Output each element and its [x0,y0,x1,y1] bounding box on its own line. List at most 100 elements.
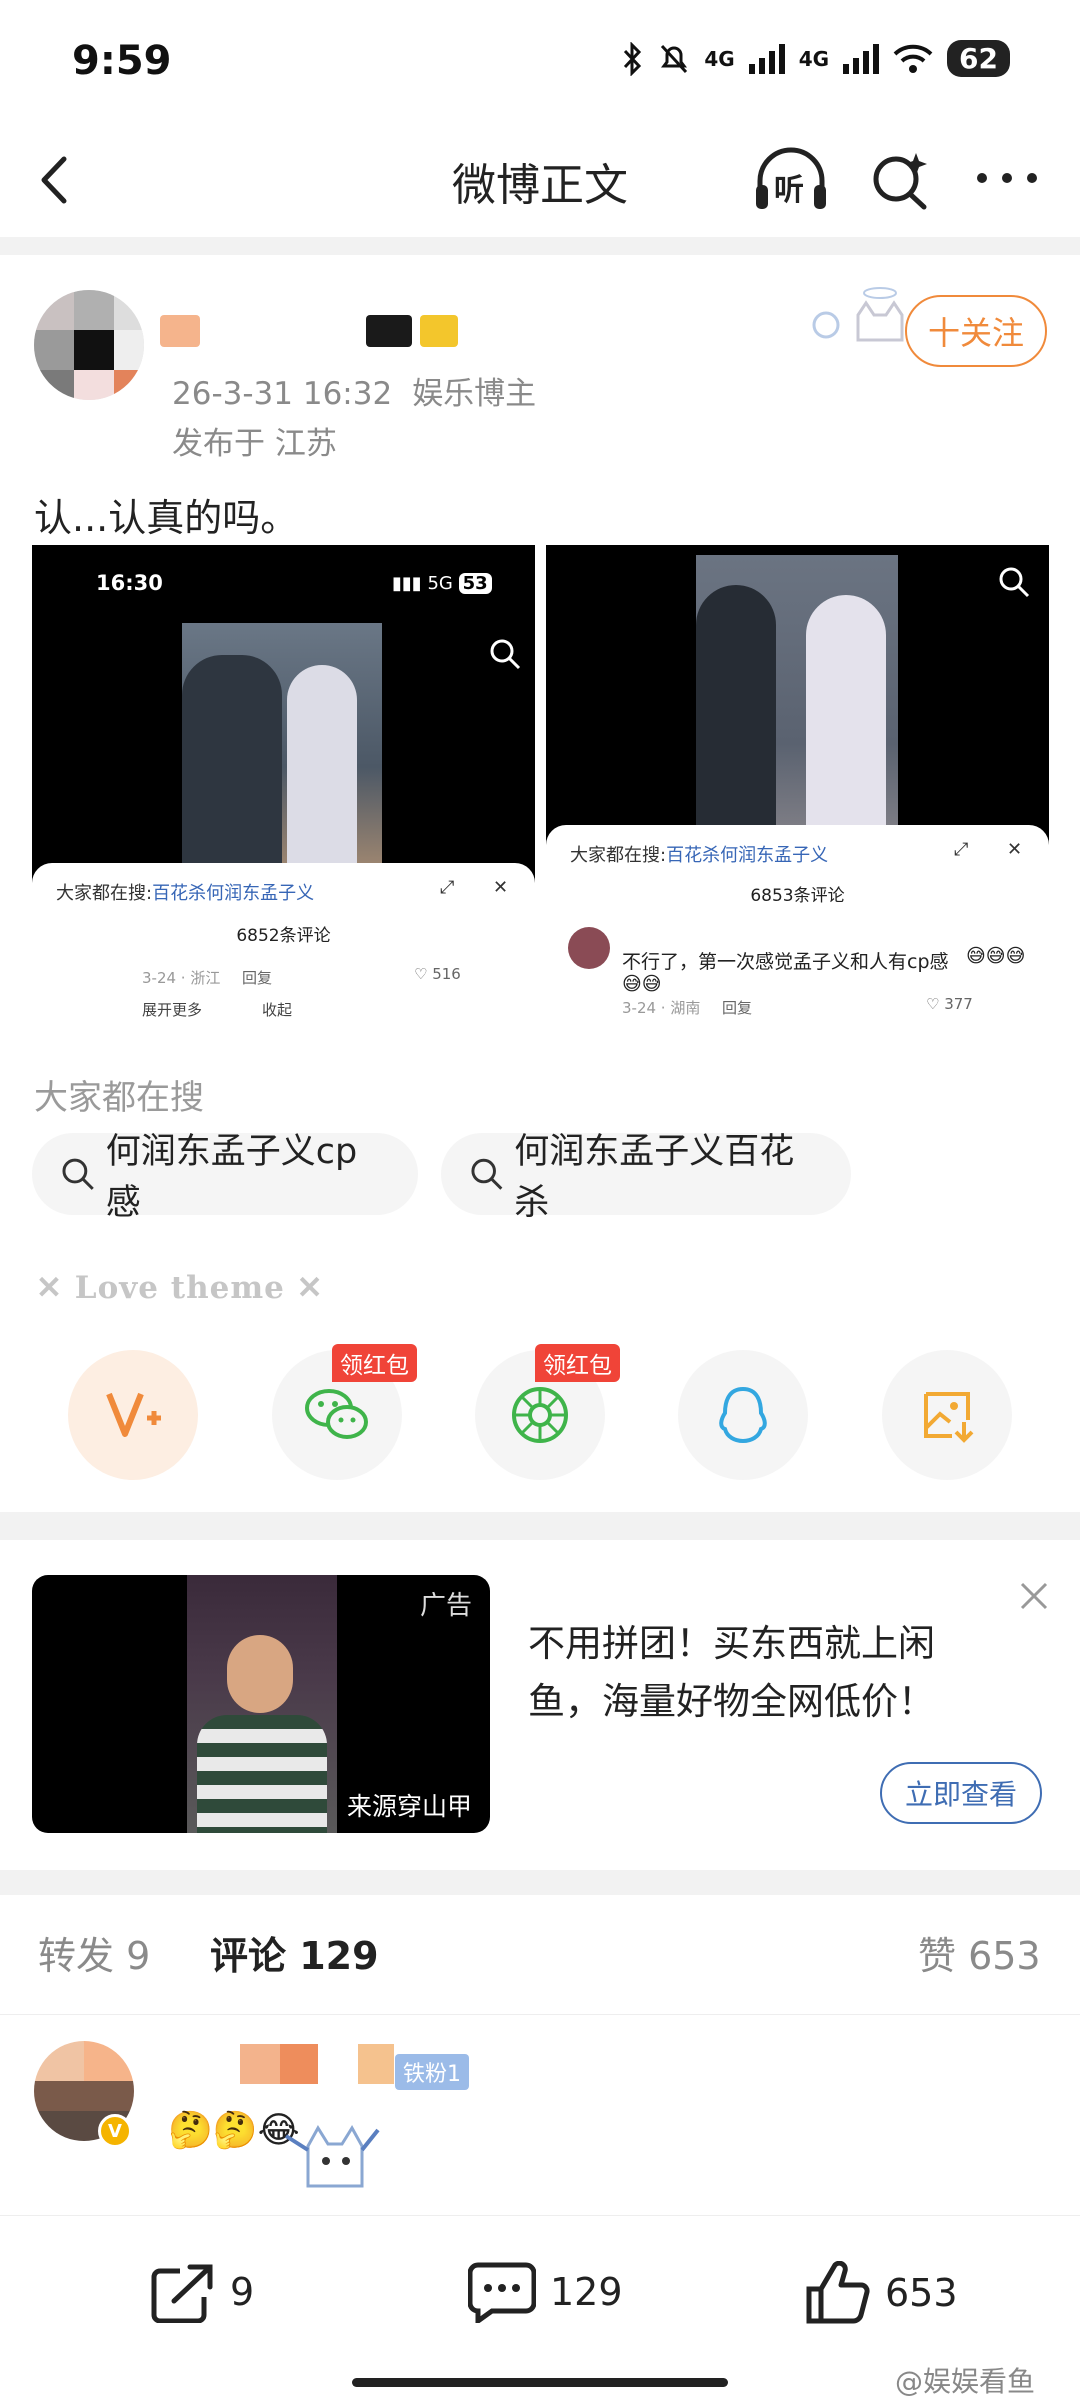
redpack-badge-wechat: 领红包 [332,1344,417,1382]
sheet-comment-count: 6852条评论 [236,926,331,946]
cat-sticker-icon [812,287,904,342]
comment-avatar-pixel-2 [84,2041,134,2081]
save-image-share-button[interactable] [882,1350,1012,1480]
tab-like[interactable]: 赞 653 [918,1925,1041,1980]
love-theme-banner: ✕ Love theme ✕ [36,1270,324,1306]
top-nav: 微博正文 听 [0,125,1080,235]
repost-button[interactable]: 9 [150,2261,254,2323]
tab-comment[interactable]: 评论 129 [210,1925,379,1980]
sheet-like-count: ♡ 516 [414,965,461,983]
signal-icon-2 [843,43,880,74]
ad-image[interactable]: 广告 来源穿山甲 [32,1575,490,1833]
sheet-search-term-2: 百花杀何润东孟子义 [666,845,829,866]
qq-share-button[interactable] [678,1350,808,1480]
comment-sheet-2: 大家都在搜:百花杀何润东孟子义 ⤢ ✕ 6853条评论 不行了，第一次感觉孟子义… [546,825,1049,1020]
sheet-comment-emoji: 😅😅😅 [966,945,1026,967]
vplus-icon [106,1392,161,1437]
sheet-search-line: 大家都在搜:百花杀何润东孟子义 [56,879,314,905]
verified-badge: V [98,2114,132,2148]
signal-icon [748,43,785,74]
fan-badge: 铁粉1 [395,2054,469,2090]
chip-search-icon-2 [471,1158,503,1190]
post-image-2[interactable]: 大家都在搜:百花杀何润东孟子义 ⤢ ✕ 6853条评论 不行了，第一次感觉孟子义… [546,545,1049,1020]
chip-label-2: 何润东孟子义百花杀 [514,1132,795,1223]
ad-photo [187,1575,337,1833]
sheet-reply: 回复 [242,969,273,987]
search-icon[interactable] [868,149,932,213]
battery-indicator: 62 [947,40,1010,77]
ad-card[interactable]: 广告 来源穿山甲 不用拼团！买东西就上闲鱼，海量好物全网低价！ 立即查看 [0,1540,1080,1870]
separator-mid [0,1512,1080,1540]
status-icons: 4G 4G 62 [622,40,1010,77]
chip-label-1: 何润东孟子义cp感 [105,1132,358,1223]
author-name-blurred[interactable] [160,315,458,347]
network-label-2: 4G [798,46,830,71]
figure-left-2 [696,585,776,825]
sheet-close-icon-2: ✕ [1007,839,1023,860]
home-indicator[interactable] [352,2378,728,2387]
hot-search-chip-1[interactable]: 何润东孟子义cp感 [32,1132,418,1223]
sheet-collapse: 收起 [262,1001,293,1019]
sheet-search-term: 百花杀何润东孟子义 [152,883,315,904]
author-tag: 娱乐博主 [412,376,537,412]
tab-repost[interactable]: 转发 9 [38,1925,150,1980]
figure-right-2 [806,595,886,825]
status-time: 9:59 [72,38,172,84]
sheet-like-value-2: 377 [944,995,973,1013]
comment-button[interactable]: 129 [468,2261,623,2323]
sheet-expand-icon: ⤢ [440,877,455,898]
redpack-badge-moments: 领红包 [535,1344,620,1382]
image-network-label: ▮▮▮ 5G 53 [392,573,492,594]
image-battery: 53 [458,573,492,594]
save-image-icon [924,1392,974,1443]
like-button[interactable]: 653 [805,2261,958,2325]
theme-deco-left: ✕ [36,1270,75,1306]
cat-sticker-icon [284,2125,380,2188]
image-status-time: 16:30 [96,571,163,595]
bluetooth-icon [624,41,642,76]
ad-cta-button[interactable]: 立即查看 [880,1762,1042,1824]
share-row: 领红包 领红包 [0,1344,1080,1480]
sheet-like-value: 516 [432,965,461,983]
like-count: 653 [885,2271,958,2315]
separator-top [0,237,1080,255]
theme-deco-right: ✕ [284,1270,324,1306]
separator-low [0,1870,1080,1895]
follow-button[interactable]: 十关注 [905,295,1047,367]
image-search-icon [490,639,521,670]
comment-sheet: 大家都在搜:百花杀何润东孟子义 ⤢ ✕ 6852条评论 3-24 · 浙江 回复… [32,863,535,1020]
watermark: @娱娱看鱼 [895,2365,1036,2398]
sheet-expand-more: 展开更多 [142,1001,203,1019]
qq-icon [719,1386,767,1444]
thumbs-up-icon [806,2261,870,2324]
ad-person-head [227,1635,293,1713]
sheet-search-prefix: 大家都在搜: [56,883,153,904]
image-network-text: 5G [427,573,453,594]
moments-icon [512,1387,568,1443]
comment-item: V 铁粉1 🤔🤔😂 [0,2016,1080,2216]
hot-search-chip-2[interactable]: 何润东孟子义百花杀 [441,1132,851,1223]
listen-button[interactable]: 听 [752,147,830,213]
author-avatar[interactable] [34,290,144,400]
post-location: 发布于 江苏 [172,426,337,462]
sheet-expand-icon-2: ⤢ [954,839,969,860]
comment-author-blurred[interactable] [240,2044,394,2084]
figure-right [287,665,357,863]
mute-icon [661,44,688,73]
repost-count: 9 [230,2270,255,2314]
close-icon[interactable] [1018,1580,1050,1612]
sheet-reply-2: 回复 [722,999,753,1017]
vplus-share-button[interactable] [68,1350,198,1480]
sheet-search-prefix-2: 大家都在搜: [570,845,667,866]
wifi-icon [893,44,933,73]
more-icon[interactable] [972,163,1042,193]
love-theme-label: Love theme [74,1270,285,1306]
listen-label: 听 [774,173,804,208]
sheet-close-icon: ✕ [493,877,509,898]
figure-left [182,655,282,863]
post-meta: 26-3-31 16:32 娱乐博主 [172,368,536,413]
post-image-1[interactable]: 16:30 ▮▮▮ 5G 53 大家都在搜:百花杀何润东孟子义 ⤢ ✕ 6852… [32,545,535,1020]
hot-search-title: 大家都在搜 [34,1078,204,1118]
ad-text: 不用拼团！买东西就上闲鱼，海量好物全网低价！ [528,1622,935,1723]
sheet-comment-meta-2: 3-24 · 湖南 [622,999,701,1017]
